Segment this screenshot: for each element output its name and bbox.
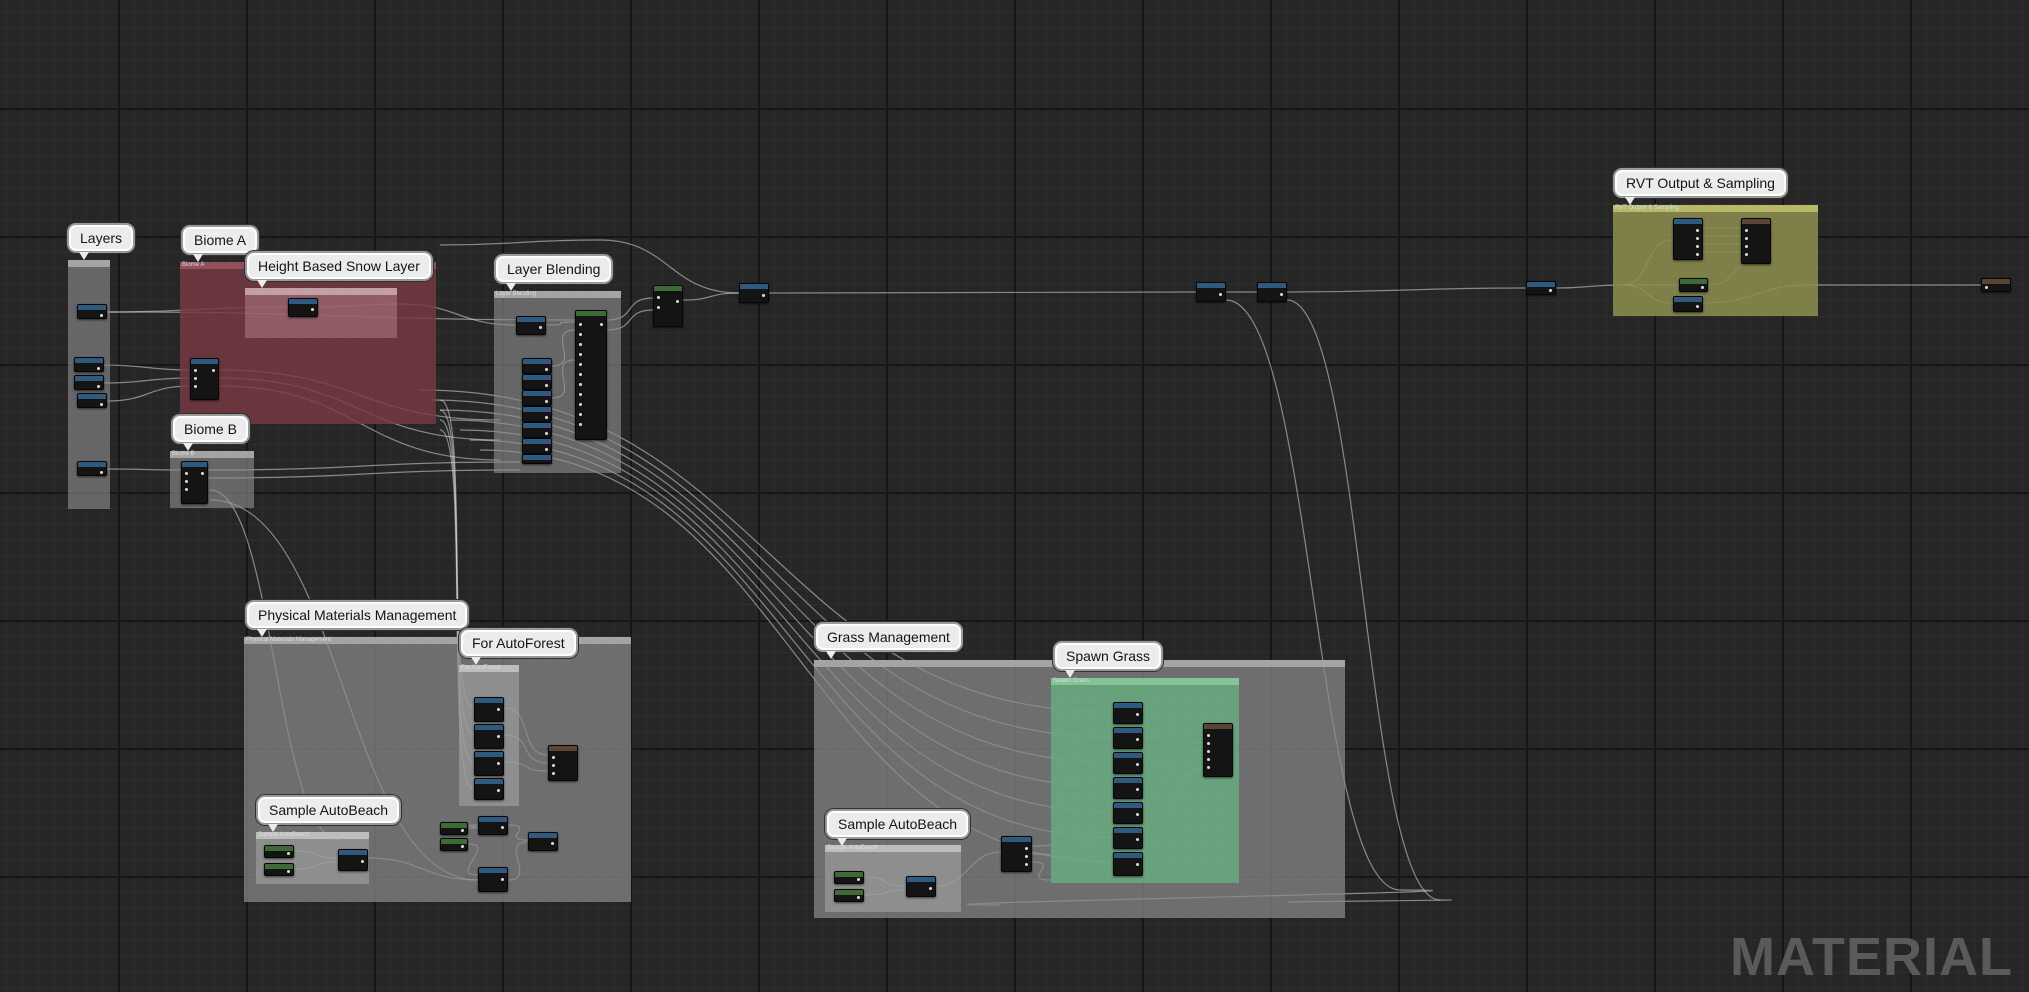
comment-sample-autobeach-1-tab: Sample AutoBeach: [258, 832, 310, 838]
comment-rvt-output[interactable]: RVT Output & Sampling: [1613, 205, 1818, 316]
grass-layer-node[interactable]: [1113, 802, 1143, 824]
node-wire: [103, 364, 191, 371]
node-wire: [439, 239, 601, 246]
reroute-node[interactable]: [1257, 282, 1287, 302]
node-wire: [207, 461, 521, 471]
comment-sample-autobeach-2-tab: Sample AutoBeach: [827, 845, 879, 851]
rvt-param-node[interactable]: [1679, 278, 1708, 292]
layer-param-node[interactable]: [77, 461, 107, 476]
rvt-output-node[interactable]: [1673, 218, 1703, 260]
rvt-sample-node[interactable]: [1741, 218, 1771, 264]
physmat-node[interactable]: [528, 832, 558, 851]
grass-layer-node[interactable]: [1113, 827, 1143, 849]
grass-output-node[interactable]: [1203, 723, 1233, 777]
physical-material-output-node[interactable]: [548, 745, 578, 781]
grass-layer-node[interactable]: [1113, 777, 1143, 799]
bubble-for-autoforest[interactable]: For AutoForest: [459, 628, 578, 665]
node-wire: [103, 377, 191, 384]
bubble-height-snow[interactable]: Height Based Snow Layer: [245, 251, 433, 288]
blend-layer-node[interactable]: [522, 358, 552, 374]
snow-height-node[interactable]: [288, 298, 318, 317]
bubble-biome-a[interactable]: Biome A: [181, 225, 260, 262]
blend-layer-node[interactable]: [522, 374, 552, 390]
blend-layer-node[interactable]: [522, 438, 552, 454]
grass-layer-node[interactable]: [1113, 852, 1143, 876]
blend-layer-node[interactable]: [522, 390, 552, 406]
material-attributes-node[interactable]: [653, 285, 683, 327]
bubble-layers[interactable]: Layers: [67, 223, 136, 260]
layer-param-node[interactable]: [77, 304, 107, 319]
autoforest-node[interactable]: [474, 751, 504, 776]
autobeach-sample-node[interactable]: [906, 876, 936, 897]
node-wire: [1286, 287, 1527, 293]
comment-rvt-output-tab: RVT Output & Sampling: [1615, 205, 1679, 211]
reroute-node[interactable]: [739, 283, 769, 303]
grass-layer-node[interactable]: [1113, 727, 1143, 749]
autobeach-param-node[interactable]: [264, 845, 294, 858]
comment-biome-a-tab: Biome A: [182, 262, 205, 268]
autoforest-node[interactable]: [474, 778, 504, 800]
biome-a-function-node[interactable]: [190, 358, 219, 400]
bubble-grass-management[interactable]: Grass Management: [814, 622, 963, 659]
grass-input-node[interactable]: [1001, 836, 1032, 872]
node-wire: [768, 291, 1197, 294]
material-watermark: MATERIAL: [1730, 927, 2013, 987]
comment-biome-b-tab: Biome B: [172, 451, 195, 457]
autoforest-node[interactable]: [474, 724, 504, 749]
physmat-param-node[interactable]: [440, 838, 468, 851]
material-output-node[interactable]: [1981, 278, 2011, 292]
autobeach-param-node[interactable]: [834, 871, 864, 884]
comment-layer-blending-tab: Layer Blending: [496, 291, 537, 297]
physmat-node[interactable]: [478, 816, 508, 835]
comment-for-autoforest-tab: For AutoForest: [461, 665, 501, 671]
node-wire: [682, 292, 740, 301]
bubble-layer-blending[interactable]: Layer Blending: [494, 254, 614, 291]
autobeach-sample-node[interactable]: [338, 849, 368, 871]
node-wire: [106, 385, 191, 402]
blend-layer-node[interactable]: [522, 422, 552, 438]
reroute-node[interactable]: [1526, 281, 1556, 295]
bubble-sample-autobeach-2[interactable]: Sample AutoBeach: [825, 809, 971, 846]
autobeach-param-node[interactable]: [834, 889, 864, 902]
physmat-node[interactable]: [478, 867, 508, 892]
blend-input-node[interactable]: [516, 316, 546, 335]
comment-spawn-grass-tab: Spawn Grass: [1053, 678, 1090, 684]
bubble-sample-autobeach-1[interactable]: Sample AutoBeach: [256, 795, 402, 832]
comment-physical-materials-tab: Physical Materials Management: [246, 637, 332, 643]
bubble-physical-materials[interactable]: Physical Materials Management: [245, 600, 470, 637]
layer-param-node[interactable]: [74, 357, 104, 372]
grass-layer-node[interactable]: [1113, 752, 1143, 774]
blend-layer-node[interactable]: [522, 454, 552, 464]
physmat-param-node[interactable]: [440, 822, 468, 835]
layer-blend-node[interactable]: [575, 310, 607, 440]
blend-layer-node[interactable]: [522, 406, 552, 422]
autobeach-param-node[interactable]: [264, 863, 294, 876]
node-wire: [207, 469, 521, 479]
bubble-rvt-output[interactable]: RVT Output & Sampling: [1613, 168, 1788, 205]
layer-param-node[interactable]: [77, 393, 107, 408]
bubble-spawn-grass[interactable]: Spawn Grass: [1053, 641, 1164, 678]
bubble-biome-b[interactable]: Biome B: [171, 414, 250, 451]
reroute-node[interactable]: [1196, 282, 1226, 302]
rvt-param-node[interactable]: [1673, 296, 1703, 312]
comment-height-snow[interactable]: [245, 288, 397, 338]
comment-spawn-grass[interactable]: Spawn Grass: [1051, 678, 1239, 883]
biome-b-function-node[interactable]: [181, 461, 208, 504]
comment-biome-a[interactable]: Biome A: [180, 262, 436, 424]
autoforest-node[interactable]: [474, 697, 504, 722]
grass-layer-node[interactable]: [1113, 702, 1143, 724]
layer-param-node[interactable]: [74, 375, 104, 390]
